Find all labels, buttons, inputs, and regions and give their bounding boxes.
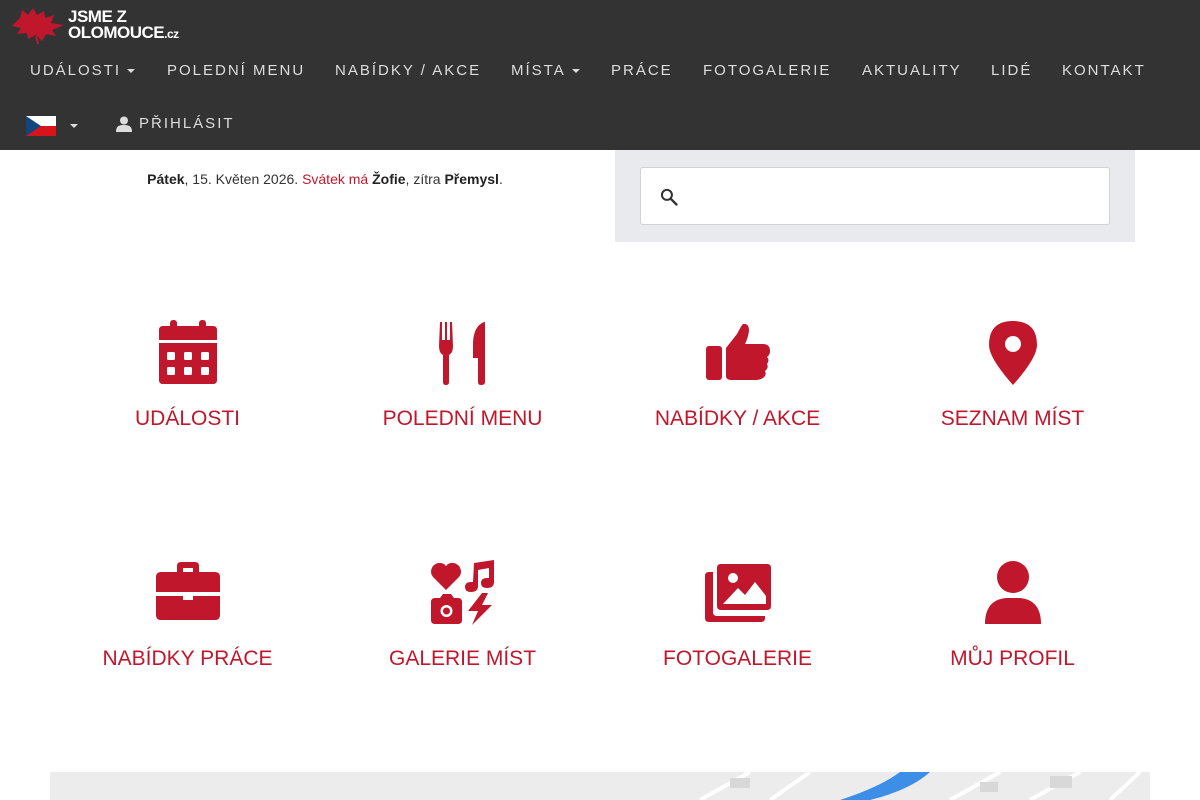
nav-item-nabidky-akce[interactable]: NABÍDKY / AKCE (335, 62, 481, 79)
nav-item-label: MÍSTA (511, 62, 566, 79)
user-icon (985, 561, 1041, 624)
caret-down-icon (70, 124, 78, 128)
thumbs-up-icon (706, 323, 770, 380)
tile-label: SEZNAM MÍST (940, 407, 1085, 430)
tile-muj-profil[interactable]: MŮJ PROFIL (875, 560, 1150, 690)
nav-item-label: AKTUALITY (862, 62, 962, 79)
tile-fotogalerie[interactable]: FOTOGALERIE (600, 560, 875, 690)
tile-galerie-mist[interactable]: GALERIE MÍST (325, 560, 600, 690)
site-logo[interactable]: JSME Z OLOMOUCE.cz (8, 6, 198, 44)
tile-label: MŮJ PROFIL (950, 647, 1075, 670)
main-menu: UDÁLOSTI POLEDNÍ MENU NABÍDKY / AKCE MÍS… (0, 62, 1200, 88)
logo-city: OLOMOUCE (68, 22, 165, 42)
utensils-icon (439, 321, 485, 385)
tile-udalosti[interactable]: UDÁLOSTI (50, 320, 325, 450)
nav-item-label: LIDÉ (991, 62, 1033, 79)
tile-label: POLEDNÍ MENU (382, 407, 543, 430)
map-pin-icon (989, 321, 1037, 385)
tile-label: UDÁLOSTI (134, 407, 241, 430)
logo-text: JSME Z OLOMOUCE.cz (68, 8, 179, 42)
logo-tld: .cz (164, 26, 179, 41)
date-nameday-line: Pátek, 15. Květen 2026. Svátek má Žofie,… (50, 171, 600, 187)
tile-label: NABÍDKY / AKCE (654, 407, 821, 430)
dateline-end: . (498, 171, 503, 187)
search-icon (660, 188, 678, 206)
czech-flag-icon (26, 116, 56, 136)
calendar-icon (159, 320, 217, 384)
user-icon (116, 116, 132, 132)
map-preview[interactable] (50, 772, 1150, 800)
tile-poledni-menu[interactable]: POLEDNÍ MENU (325, 320, 600, 450)
nav-item-fotogalerie[interactable]: FOTOGALERIE (703, 62, 831, 79)
nav-item-udalosti[interactable]: UDÁLOSTI (30, 62, 136, 79)
tile-seznam-mist[interactable]: SEZNAM MÍST (875, 320, 1150, 450)
login-label: PŘIHLÁSIT (139, 115, 235, 132)
top-navbar: JSME Z OLOMOUCE.cz UDÁLOSTI POLEDNÍ MENU… (0, 0, 1200, 150)
day-name: Pátek (147, 171, 185, 187)
tile-label: GALERIE MÍST (388, 647, 537, 670)
tile-nabidky-prace[interactable]: NABÍDKY PRÁCE (50, 560, 325, 690)
date-text: , 15. Květen 2026. (184, 171, 303, 187)
nav-item-prace[interactable]: PRÁCE (611, 62, 673, 79)
images-icon (705, 564, 771, 622)
search-input[interactable] (693, 176, 1093, 216)
map-image (699, 772, 1142, 800)
nav-item-label: NABÍDKY / AKCE (335, 62, 482, 79)
caret-down-icon (127, 69, 136, 74)
tile-nabidky-akce[interactable]: NABÍDKY / AKCE (600, 320, 875, 450)
search-panel (615, 150, 1135, 242)
search-box[interactable] (640, 167, 1110, 225)
caret-down-icon (571, 69, 580, 74)
logo-line-2: OLOMOUCE.cz (68, 22, 179, 42)
tomorrow-name: Přemysl (444, 171, 499, 187)
maple-leaf-logo-icon (12, 8, 64, 44)
nameday-link[interactable]: Svátek má Žofie (302, 171, 405, 187)
nav-item-label: POLEDNÍ MENU (167, 62, 306, 79)
icons-collage-icon (431, 560, 494, 625)
nameday-prefix: Svátek má (302, 171, 373, 187)
nav-item-label: KONTAKT (1062, 62, 1146, 79)
nav-item-label: PRÁCE (611, 62, 673, 79)
nav-item-mista[interactable]: MÍSTA (511, 62, 580, 79)
tile-label: FOTOGALERIE (663, 647, 812, 670)
briefcase-icon (156, 562, 220, 620)
tomorrow-prefix: , zítra (405, 171, 445, 187)
login-link[interactable]: PŘIHLÁSIT (116, 115, 235, 132)
nav-item-kontakt[interactable]: KONTAKT (1062, 62, 1146, 79)
nav-item-lide[interactable]: LIDÉ (991, 62, 1032, 79)
nameday-name: Žofie (372, 171, 406, 187)
nav-item-aktuality[interactable]: AKTUALITY (862, 62, 962, 79)
language-selector[interactable] (26, 115, 82, 137)
nav-item-poledni-menu[interactable]: POLEDNÍ MENU (167, 62, 305, 79)
nav-item-label: UDÁLOSTI (30, 62, 122, 79)
tile-label: NABÍDKY PRÁCE (102, 647, 273, 670)
nav-item-label: FOTOGALERIE (703, 62, 832, 79)
